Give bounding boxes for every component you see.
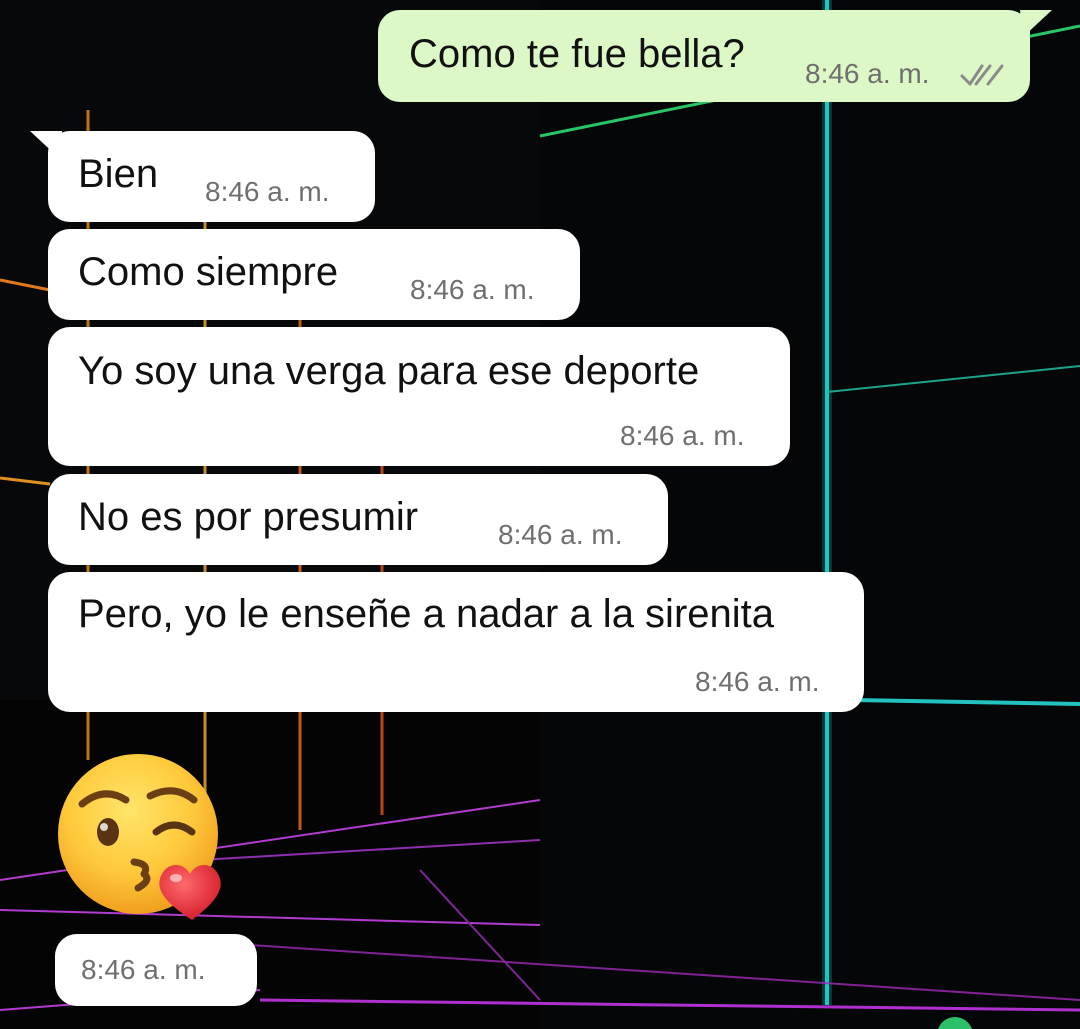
message-text: No es por presumir	[78, 495, 419, 539]
incoming-message-bubble[interactable]: Pero, yo le enseñe a nadar a la sirenita…	[48, 572, 864, 712]
incoming-message-bubble[interactable]: 8:46 a. m.	[55, 934, 257, 1006]
message-timestamp: 8:46 a. m.	[410, 274, 535, 305]
incoming-message-bubble[interactable]: Bien 8:46 a. m.	[48, 131, 375, 222]
outgoing-message-bubble[interactable]: Como te fue bella? 8:46 a. m.	[378, 10, 1030, 102]
message-text: Pero, yo le enseñe a nadar a la sirenita	[78, 592, 774, 636]
message-timestamp: 8:46 a. m.	[620, 420, 745, 451]
incoming-message-bubble[interactable]: No es por presumir 8:46 a. m.	[48, 474, 668, 565]
incoming-message-bubble[interactable]: Yo soy una verga para ese deporte 8:46 a…	[48, 327, 790, 466]
message-text: Como te fue bella?	[409, 32, 745, 76]
face-blowing-a-kiss-icon	[58, 754, 221, 920]
message-text: Como siempre	[78, 250, 339, 294]
message-timestamp: 8:46 a. m.	[695, 666, 820, 697]
message-text: Bien	[78, 152, 159, 196]
emoji-message[interactable]	[52, 752, 232, 922]
message-timestamp: 8:46 a. m.	[205, 176, 330, 207]
double-check-icon	[960, 64, 1004, 86]
message-timestamp: 8:46 a. m.	[498, 519, 623, 550]
message-timestamp: 8:46 a. m.	[81, 954, 206, 985]
message-text: Yo soy una verga para ese deporte	[78, 349, 700, 393]
incoming-message-bubble[interactable]: Como siempre 8:46 a. m.	[48, 229, 580, 320]
message-timestamp: 8:46 a. m.	[805, 58, 930, 89]
